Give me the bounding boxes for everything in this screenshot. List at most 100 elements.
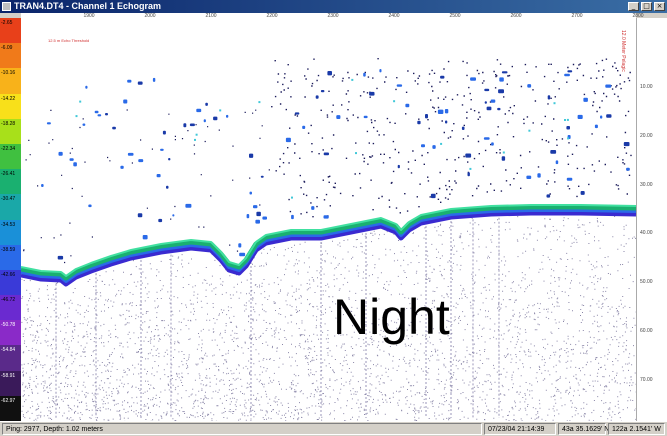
echogram-window: TRAN4.DT4 - Channel 1 Echogram _ □ × 190… — [0, 0, 667, 436]
fish-target — [320, 90, 325, 93]
fish-target-strong — [195, 133, 198, 136]
fish-target — [127, 152, 134, 156]
window-title: TRAN4.DT4 - Channel 1 Echogram — [14, 1, 162, 11]
depth-axis-tick: 20.00 — [640, 132, 653, 139]
fish-target — [461, 126, 465, 130]
fish-target — [484, 88, 490, 92]
fish-target-strong — [566, 118, 569, 121]
color-scale-label: -18.28 — [1, 120, 16, 127]
fish-target — [583, 97, 588, 102]
fish-target — [213, 116, 218, 121]
depth-axis-side-label: 12.0 Meter Pelagic — [620, 30, 626, 72]
fish-target — [152, 77, 156, 82]
title-bar[interactable]: TRAN4.DT4 - Channel 1 Echogram _ □ × — [0, 0, 667, 13]
fish-target — [137, 213, 143, 218]
fish-target — [490, 99, 496, 103]
fish-target — [73, 162, 77, 167]
fish-target — [467, 172, 470, 177]
depth-axis-tick: 50.00 — [640, 279, 653, 286]
status-bar: Ping: 2977, Depth: 1.02 meters 07/23/04 … — [0, 421, 667, 436]
fish-target — [203, 119, 206, 123]
fish-target — [105, 113, 108, 116]
fish-target — [577, 114, 583, 119]
night-caption: Night — [333, 289, 450, 345]
color-scale-label: -54.84 — [1, 347, 16, 354]
depth-axis-tick: 70.00 — [640, 376, 653, 383]
fish-target — [550, 150, 557, 154]
latitude-status: 43a 35.1629' N — [558, 423, 609, 435]
fish-target-strong — [194, 138, 196, 141]
fish-target — [580, 191, 585, 195]
fish-target-strong — [79, 100, 82, 103]
fish-target-strong — [291, 196, 293, 199]
fish-target — [249, 191, 252, 195]
fish-target — [88, 204, 92, 208]
fish-target — [158, 218, 163, 223]
fish-target — [120, 165, 124, 169]
color-scale-label: -34.53 — [1, 221, 16, 228]
fish-target-strong — [75, 115, 78, 118]
fish-target — [623, 142, 630, 147]
fish-target — [166, 185, 169, 189]
color-scale-label: -62.97 — [1, 397, 16, 404]
fish-target — [470, 77, 476, 81]
minimize-button[interactable]: _ — [628, 2, 639, 11]
fish-target — [566, 177, 573, 181]
color-scale-label: -10.16 — [1, 70, 16, 77]
echogram-plot[interactable]: 12.5 m Echo Threshold — [21, 18, 636, 421]
fish-target-strong — [553, 102, 556, 105]
fish-target — [526, 175, 532, 179]
longitude-status: 122a 2.1541' W — [608, 423, 665, 435]
fish-target — [432, 145, 436, 149]
fish-target — [445, 120, 448, 124]
fish-target-strong — [393, 100, 396, 103]
fish-target — [262, 216, 267, 220]
fish-target — [323, 215, 329, 219]
fish-target — [491, 142, 494, 146]
fish-target — [249, 153, 254, 158]
fish-target-strong — [469, 167, 472, 170]
fish-target — [363, 72, 366, 77]
fish-target — [127, 79, 132, 83]
fish-target — [327, 71, 332, 76]
fish-target-strong — [528, 129, 531, 132]
fish-target — [417, 120, 421, 125]
fish-target — [160, 148, 164, 151]
fish-target — [185, 203, 192, 208]
fish-target-strong — [502, 151, 505, 154]
fish-target — [594, 124, 598, 129]
fish-target — [183, 123, 187, 128]
fish-target — [46, 122, 51, 125]
fish-target — [57, 255, 64, 260]
close-button[interactable]: × — [654, 2, 665, 11]
fish-target — [260, 175, 264, 178]
maximize-button[interactable]: □ — [641, 2, 652, 11]
fish-target — [547, 95, 551, 100]
fish-target — [430, 193, 436, 199]
fish-target — [137, 81, 143, 85]
fish-target-strong — [440, 142, 443, 145]
color-scale: -2.65 -6.09 -10.16 -14.22 -18.28 -22.34 -26.41… — [0, 18, 21, 422]
fish-target — [172, 214, 175, 217]
fish-target — [405, 103, 410, 108]
fish-target — [369, 91, 375, 96]
fish-target — [397, 164, 400, 169]
fish-target — [156, 174, 161, 178]
fish-target — [315, 95, 319, 99]
fish-target — [564, 73, 570, 77]
color-scale-label: -42.66 — [1, 271, 16, 278]
fish-target-strong — [351, 78, 354, 81]
color-scale-label: -22.34 — [1, 145, 16, 152]
color-scale-label: -46.72 — [1, 297, 16, 304]
echogram-canvas — [21, 58, 636, 421]
fish-target — [486, 106, 492, 111]
fish-target — [566, 126, 570, 130]
fish-target — [600, 115, 603, 119]
fish-target-strong — [567, 137, 570, 140]
fish-target — [168, 158, 171, 161]
fish-target — [238, 243, 242, 248]
color-scale-label: -26.41 — [1, 171, 16, 178]
seabed-line — [21, 208, 636, 283]
depth-axis-tick: 30.00 — [640, 181, 653, 188]
fish-target — [253, 205, 258, 209]
